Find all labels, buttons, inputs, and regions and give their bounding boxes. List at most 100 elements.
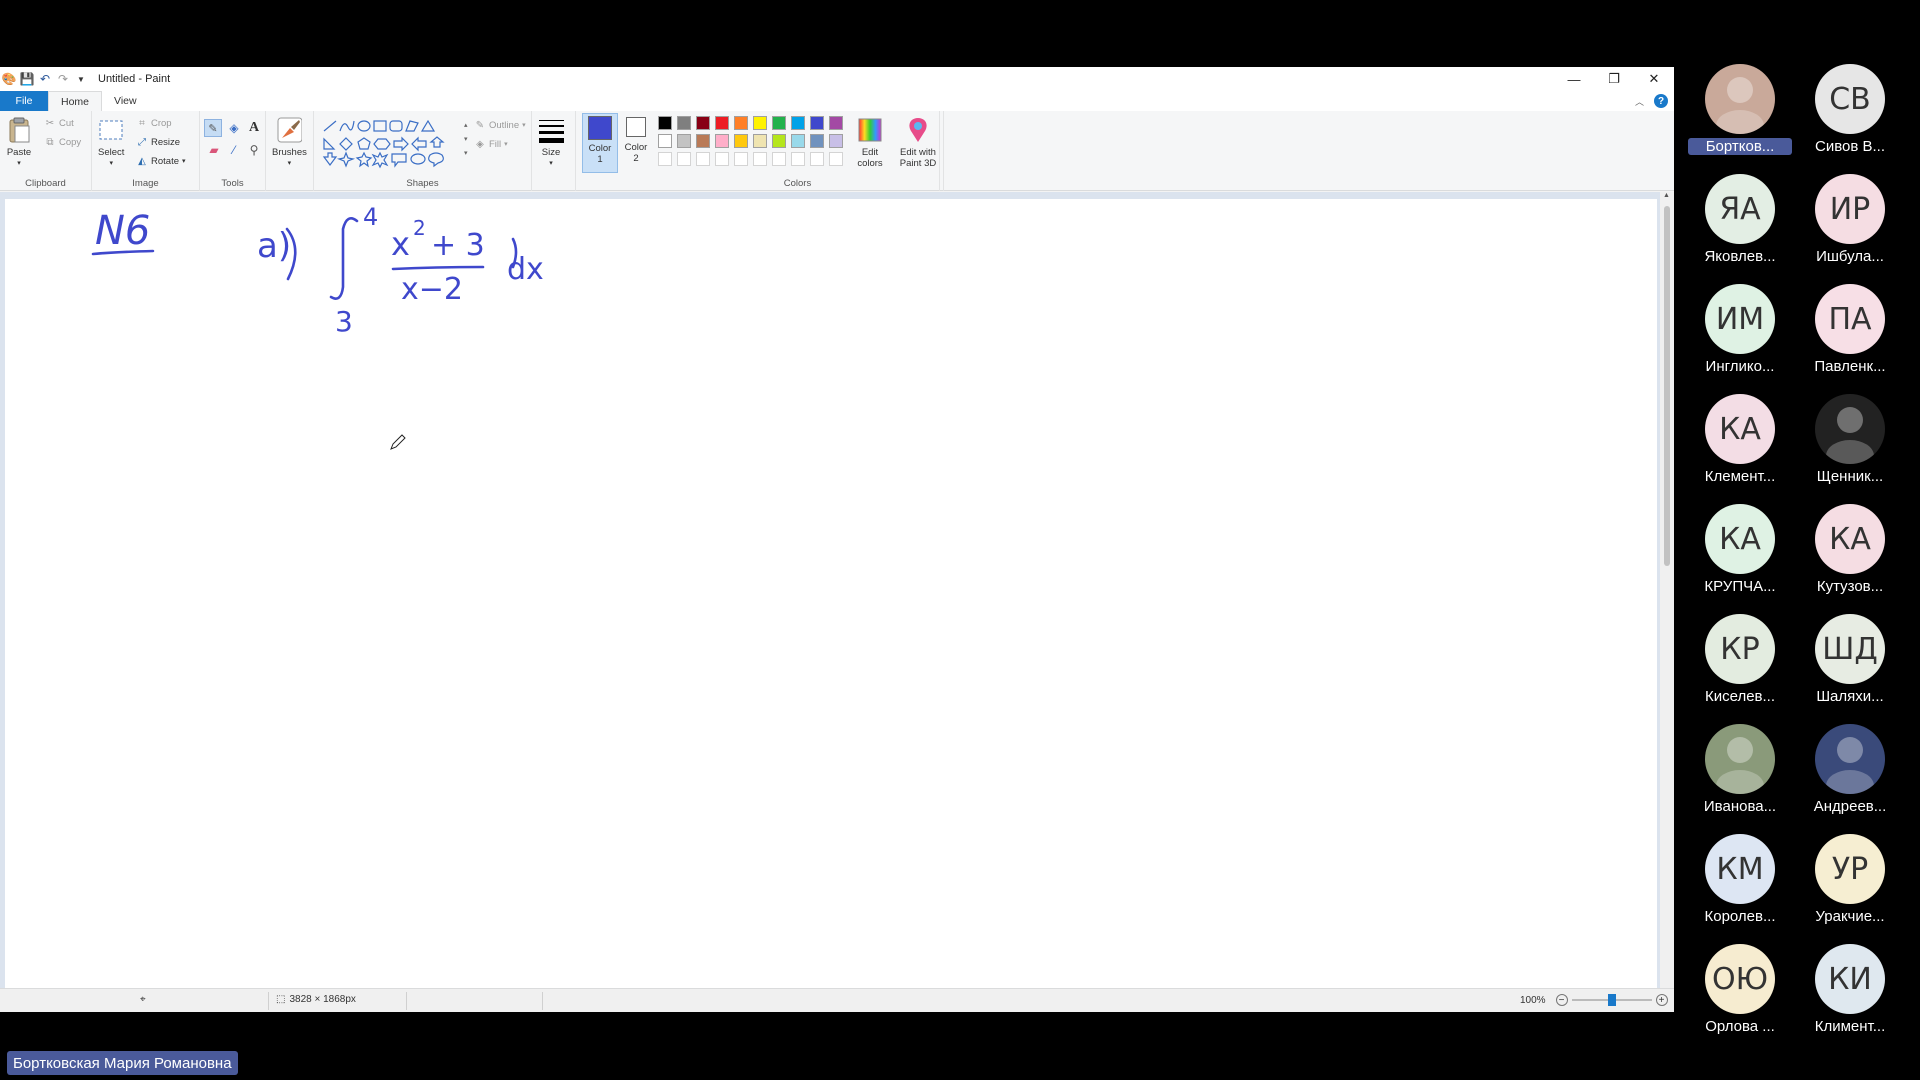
vertical-scrollbar[interactable]: ▲ ▼	[1660, 192, 1674, 1002]
participant-tile[interactable]: УР Уракчие...	[1798, 834, 1902, 934]
line-size-icon	[539, 120, 564, 143]
text-tool-icon[interactable]: A	[244, 119, 264, 137]
custom-color-slot[interactable]	[810, 152, 824, 166]
crop-button[interactable]: ⌗ Crop	[136, 115, 186, 131]
custom-color-slot[interactable]	[677, 152, 691, 166]
palette-swatch[interactable]	[810, 116, 824, 130]
participant-tile[interactable]: КА КРУПЧА...	[1688, 504, 1792, 604]
palette-swatch[interactable]	[715, 116, 729, 130]
vertical-scroll-thumb[interactable]	[1664, 206, 1670, 566]
palette-swatch[interactable]	[829, 116, 843, 130]
participant-tile[interactable]: СВ Сивов В...	[1798, 64, 1902, 164]
fill-button[interactable]: ◈ Fill ▾	[474, 136, 526, 152]
paste-button[interactable]: Paste ▾	[6, 115, 32, 169]
close-button[interactable]: ✕	[1634, 67, 1674, 91]
palette-swatch[interactable]	[829, 134, 843, 148]
participant-tile[interactable]: КР Киселев...	[1688, 614, 1792, 714]
palette-swatch[interactable]	[696, 116, 710, 130]
resize-button[interactable]: ⤢ Resize	[136, 134, 186, 150]
outline-button[interactable]: ✎ Outline ▾	[474, 117, 526, 133]
participant-tile[interactable]: ШД Шаляхи...	[1798, 614, 1902, 714]
save-icon[interactable]: 💾	[18, 70, 36, 88]
palette-swatch[interactable]	[753, 116, 767, 130]
copy-button[interactable]: ⧉ Copy	[44, 134, 81, 150]
select-icon	[99, 120, 123, 140]
palette-swatch[interactable]	[658, 116, 672, 130]
participant-tile[interactable]: Андреев...	[1798, 724, 1902, 824]
eraser-icon[interactable]: ▰	[204, 143, 224, 157]
size-button[interactable]: Size ▾	[538, 115, 564, 169]
custom-color-slot[interactable]	[696, 152, 710, 166]
participant-tile[interactable]: Иванова...	[1688, 724, 1792, 824]
participant-tile[interactable]: КМ Королев...	[1688, 834, 1792, 934]
color1-button[interactable]: Color 1	[582, 113, 618, 173]
participant-tile[interactable]: ОЮ Орлова ...	[1688, 944, 1792, 1044]
palette-swatch[interactable]	[791, 134, 805, 148]
participant-tile[interactable]: ПА Павленк...	[1798, 284, 1902, 384]
custom-color-slot[interactable]	[753, 152, 767, 166]
participant-tile[interactable]: Бортков...	[1688, 64, 1792, 164]
custom-color-slot[interactable]	[715, 152, 729, 166]
customize-toolbar-icon[interactable]: ▼	[72, 70, 90, 88]
redo-icon[interactable]: ↷	[54, 70, 72, 88]
participant-tile[interactable]: КА Клемент...	[1688, 394, 1792, 494]
undo-icon[interactable]: ↶	[36, 70, 54, 88]
palette-swatch[interactable]	[791, 116, 805, 130]
color-picker-icon[interactable]: ⁄	[224, 143, 244, 157]
custom-color-slot[interactable]	[658, 152, 672, 166]
palette-swatch[interactable]	[772, 134, 786, 148]
edit-paint3d-button[interactable]: Edit with Paint 3D	[894, 115, 942, 169]
shapes-scroll[interactable]: ▴ ▾ ▾	[464, 119, 468, 161]
tab-file[interactable]: File	[0, 91, 48, 111]
help-icon[interactable]: ?	[1654, 94, 1668, 108]
brushes-button[interactable]: Brushes ▾	[272, 115, 307, 169]
paint-window: 🎨 💾 ↶ ↷ ▼ Untitled - Paint — ❐ ✕ File Ho…	[0, 67, 1674, 1012]
brushes-label: Brushes	[272, 147, 307, 158]
magnifier-icon[interactable]: ⚲	[244, 143, 264, 157]
palette-swatch[interactable]	[696, 134, 710, 148]
zoom-slider[interactable]	[1571, 994, 1652, 1006]
palette-swatch[interactable]	[772, 116, 786, 130]
fill-bucket-icon[interactable]: ◈	[224, 119, 244, 137]
palette-swatch[interactable]	[753, 134, 767, 148]
tab-view[interactable]: View	[102, 91, 149, 111]
part-label: a)	[257, 226, 291, 266]
palette-swatch[interactable]	[677, 116, 691, 130]
participant-tile[interactable]: ИР Ишбула...	[1798, 174, 1902, 274]
scroll-up-icon[interactable]: ▲	[1663, 192, 1670, 199]
custom-color-slot[interactable]	[791, 152, 805, 166]
minimize-button[interactable]: —	[1554, 67, 1594, 91]
custom-color-slot[interactable]	[829, 152, 843, 166]
tab-home[interactable]: Home	[48, 91, 103, 111]
palette-swatch[interactable]	[810, 134, 824, 148]
shapes-gallery[interactable]	[322, 119, 462, 173]
palette-swatch[interactable]	[677, 134, 691, 148]
drawing-canvas[interactable]: N6 a) 4 3 x 2 + 3 x−2 dx	[5, 199, 1657, 993]
palette-swatch[interactable]	[734, 134, 748, 148]
participant-tile[interactable]: КА Кутузов...	[1798, 504, 1902, 604]
canvas-size-icon: ⬚	[276, 994, 286, 1005]
palette-swatch[interactable]	[715, 134, 729, 148]
cut-button[interactable]: ✂ Cut	[44, 115, 81, 131]
zoom-in-button[interactable]: +	[1655, 994, 1668, 1006]
custom-color-slot[interactable]	[772, 152, 786, 166]
zoom-out-button[interactable]: −	[1555, 994, 1568, 1006]
participant-tile[interactable]: Щенник...	[1798, 394, 1902, 494]
participant-name: Иванова...	[1703, 798, 1777, 815]
copy-label: Copy	[59, 136, 82, 148]
custom-color-slot[interactable]	[734, 152, 748, 166]
collapse-ribbon-icon[interactable]: ︿	[1635, 95, 1644, 108]
participant-avatar: СВ	[1815, 64, 1885, 134]
participant-tile[interactable]: КИ Климент...	[1798, 944, 1902, 1044]
palette-swatch[interactable]	[734, 116, 748, 130]
pencil-icon[interactable]: ✎	[204, 119, 222, 137]
zoom-slider-thumb[interactable]	[1607, 994, 1616, 1006]
palette-swatch[interactable]	[658, 134, 672, 148]
participant-tile[interactable]: ЯА Яковлев...	[1688, 174, 1792, 274]
select-button[interactable]: Select ▾	[98, 115, 124, 169]
maximize-button[interactable]: ❐	[1594, 67, 1634, 91]
participant-tile[interactable]: ИМ Инглико...	[1688, 284, 1792, 384]
color2-button[interactable]: Color 2	[620, 115, 652, 164]
rotate-button[interactable]: ◭ Rotate ▾	[136, 153, 185, 169]
edit-colors-button[interactable]: Edit colors	[854, 115, 886, 169]
